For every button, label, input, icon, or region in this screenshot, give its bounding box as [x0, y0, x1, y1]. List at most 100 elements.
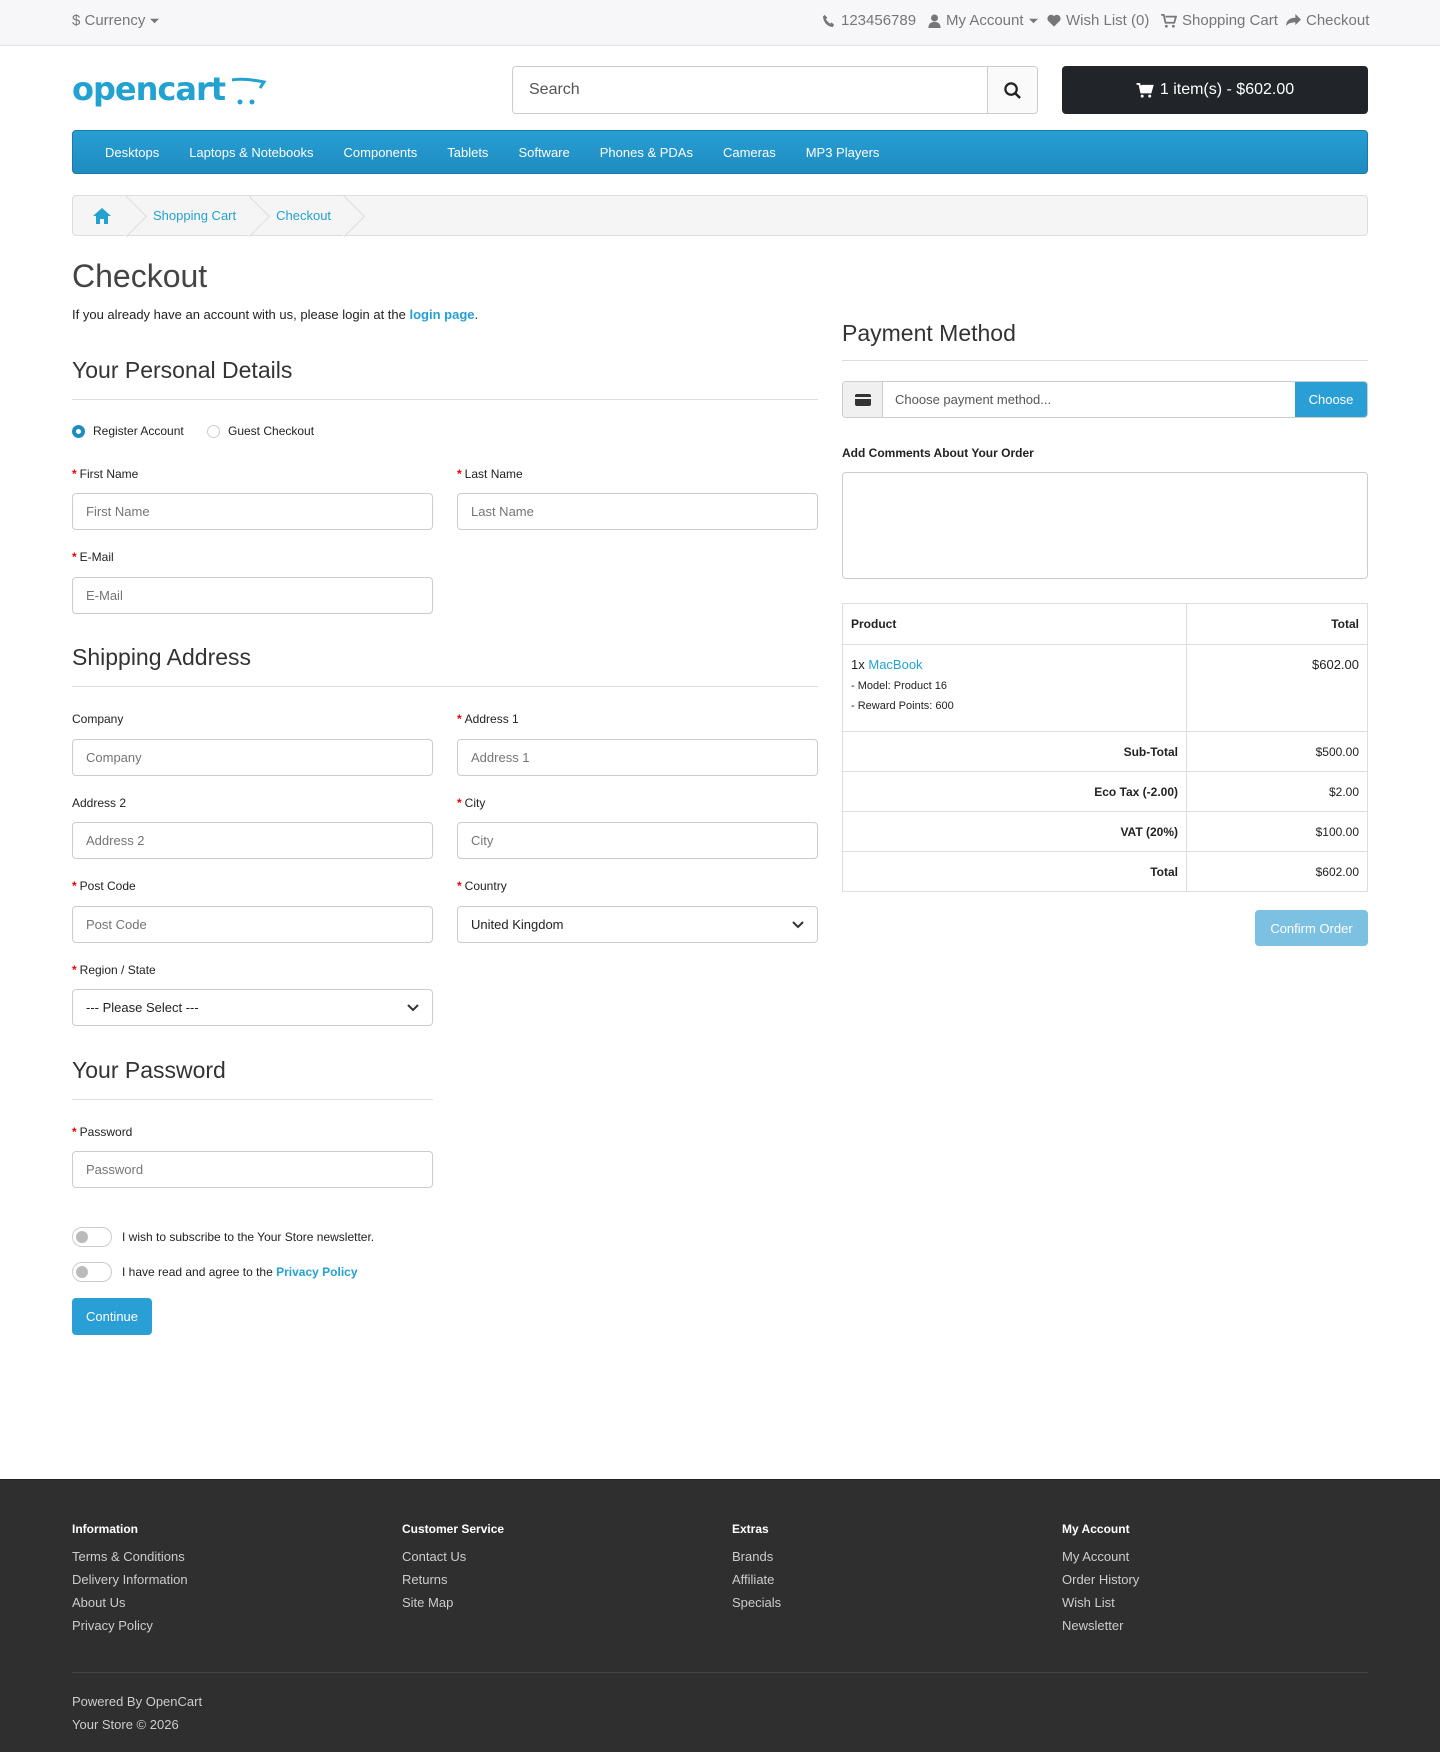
- footer-link[interactable]: Contact Us: [402, 1549, 504, 1572]
- footer-link[interactable]: Terms & Conditions: [72, 1549, 188, 1572]
- product-cell: 1x MacBook - Model: Product 16 - Reward …: [842, 644, 1187, 732]
- region-label: * Region / State: [72, 963, 156, 977]
- menu-item-software[interactable]: Software: [518, 145, 569, 160]
- my-account-dropdown[interactable]: My Account: [928, 12, 1038, 29]
- breadcrumb-shopping-cart[interactable]: Shopping Cart: [131, 196, 254, 235]
- column-header: Product: [842, 603, 1187, 645]
- choose-payment-button[interactable]: Choose: [1295, 382, 1367, 417]
- last-name-label: * Last Name: [457, 467, 523, 481]
- menu-item-cameras[interactable]: Cameras: [723, 145, 776, 160]
- privacy-toggle[interactable]: I have read and agree to the Privacy Pol…: [72, 1262, 358, 1282]
- column-header: Total: [1186, 603, 1368, 645]
- breadcrumb: Shopping Cart Checkout: [72, 195, 1368, 236]
- address2-label: Address 2: [72, 796, 127, 810]
- menu-item-phones[interactable]: Phones & PDAs: [600, 145, 693, 160]
- city-label: * City: [457, 796, 486, 810]
- footer-link[interactable]: Affiliate: [732, 1572, 781, 1595]
- product-link[interactable]: MacBook: [868, 657, 922, 672]
- table-row: Total $602.00: [842, 851, 1368, 892]
- company-input[interactable]: [72, 739, 433, 776]
- footer-link[interactable]: Delivery Information: [72, 1572, 188, 1595]
- page-title: Checkout: [72, 258, 208, 294]
- toggle-switch[interactable]: [72, 1227, 112, 1247]
- shopping-cart-link[interactable]: Shopping Cart: [1161, 12, 1278, 29]
- checkout-link[interactable]: Checkout: [1286, 12, 1369, 29]
- logo-text: opencart: [72, 72, 226, 108]
- comments-textarea[interactable]: [842, 472, 1368, 579]
- breadcrumb-label: Shopping Cart: [153, 208, 237, 223]
- password-heading: Your Password: [72, 1057, 226, 1083]
- address2-input[interactable]: [72, 822, 433, 859]
- footer: Information Terms & Conditions Delivery …: [0, 1479, 1440, 1752]
- total-value: $602.00: [1186, 851, 1368, 892]
- address1-input[interactable]: [457, 739, 818, 776]
- footer-link[interactable]: Privacy Policy: [72, 1618, 188, 1641]
- first-name-input[interactable]: [72, 493, 433, 530]
- checkout-label: Checkout: [1306, 12, 1370, 29]
- phone-number: 123456789: [841, 12, 917, 29]
- login-page-link[interactable]: login page: [410, 307, 475, 322]
- last-name-input[interactable]: [457, 493, 818, 530]
- divider: [72, 686, 818, 687]
- copyright: Your Store © 2026: [72, 1717, 179, 1732]
- footer-column-extras: Extras Brands Affiliate Specials: [732, 1522, 781, 1618]
- menu-item-tablets[interactable]: Tablets: [447, 145, 488, 160]
- currency-dropdown[interactable]: $ Currency: [72, 12, 160, 29]
- breadcrumb-home[interactable]: [73, 196, 131, 235]
- comments-label: Add Comments About Your Order: [842, 446, 1034, 460]
- footer-link[interactable]: Brands: [732, 1549, 781, 1572]
- footer-link[interactable]: About Us: [72, 1595, 188, 1618]
- intro-text: If you already have an account with us, …: [72, 307, 410, 322]
- cart-total-button[interactable]: 1 item(s) - $602.00: [1062, 66, 1368, 114]
- payment-method-input[interactable]: Choose payment method...: [883, 382, 1295, 417]
- footer-link[interactable]: Wish List: [1062, 1595, 1139, 1618]
- menu-item-laptops[interactable]: Laptops & Notebooks: [189, 145, 313, 160]
- total-value: $100.00: [1186, 811, 1368, 852]
- logo-image: opencart: [72, 70, 267, 108]
- divider: [842, 360, 1368, 361]
- search-input[interactable]: [513, 67, 987, 113]
- footer-link[interactable]: Specials: [732, 1595, 781, 1618]
- table-row: 1x MacBook - Model: Product 16 - Reward …: [842, 644, 1368, 732]
- login-intro: If you already have an account with us, …: [72, 307, 478, 322]
- menu-item-desktops[interactable]: Desktops: [105, 145, 159, 160]
- search-button[interactable]: [987, 67, 1037, 113]
- currency-label: $ Currency: [72, 12, 146, 29]
- email-input[interactable]: [72, 577, 433, 614]
- menu-item-mp3[interactable]: MP3 Players: [806, 145, 880, 160]
- register-account-radio[interactable]: Register Account: [72, 424, 184, 438]
- radio-label: Register Account: [93, 424, 184, 438]
- privacy-label: I have read and agree to the Privacy Pol…: [122, 1265, 358, 1279]
- footer-link[interactable]: Newsletter: [1062, 1618, 1139, 1641]
- radio-selected-icon: [72, 424, 85, 438]
- table-row: VAT (20%) $100.00: [842, 811, 1368, 852]
- top-bar: $ Currency 123456789 My Account Wish Lis…: [0, 0, 1440, 46]
- footer-link[interactable]: Order History: [1062, 1572, 1139, 1595]
- password-label: * Password: [72, 1125, 133, 1139]
- newsletter-toggle[interactable]: I wish to subscribe to the Your Store ne…: [72, 1227, 374, 1247]
- footer-link[interactable]: My Account: [1062, 1549, 1139, 1572]
- toggle-switch[interactable]: [72, 1262, 112, 1282]
- city-input[interactable]: [457, 822, 818, 859]
- confirm-order-button[interactable]: Confirm Order: [1255, 910, 1368, 946]
- order-summary-table: Product Total 1x MacBook - Model: Produc…: [842, 603, 1368, 892]
- country-select[interactable]: United Kingdom: [457, 906, 818, 943]
- continue-button[interactable]: Continue: [72, 1298, 152, 1335]
- address1-label: * Address 1: [457, 712, 519, 726]
- footer-link[interactable]: Site Map: [402, 1595, 504, 1618]
- region-select[interactable]: --- Please Select ---: [72, 989, 433, 1026]
- payment-method-group: Choose payment method... Choose: [842, 381, 1368, 418]
- privacy-policy-link[interactable]: Privacy Policy: [276, 1265, 357, 1279]
- footer-link[interactable]: Returns: [402, 1572, 504, 1595]
- product-qty: 1x: [851, 657, 865, 672]
- line-total: $602.00: [1186, 644, 1368, 732]
- postcode-input[interactable]: [72, 906, 433, 943]
- footer-heading: My Account: [1062, 1522, 1130, 1536]
- total-value: $2.00: [1186, 771, 1368, 812]
- phone-link[interactable]: 123456789: [822, 12, 916, 29]
- guest-checkout-radio[interactable]: Guest Checkout: [207, 424, 314, 438]
- opencart-logo[interactable]: opencart: [72, 70, 272, 117]
- password-input[interactable]: [72, 1151, 433, 1188]
- wish-list-link[interactable]: Wish List (0): [1047, 12, 1149, 29]
- menu-item-components[interactable]: Components: [344, 145, 418, 160]
